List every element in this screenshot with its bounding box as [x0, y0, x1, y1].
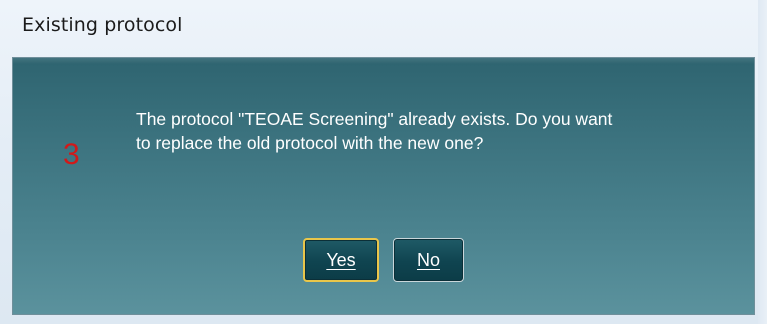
window-title: Existing protocol — [22, 14, 183, 36]
dialog-content: 3 The protocol "TEOAE Screening" already… — [12, 57, 755, 315]
dialog-window: Existing protocol 3 The protocol "TEOAE … — [0, 0, 767, 324]
window-frame-right — [758, 0, 767, 324]
title-bar[interactable]: Existing protocol — [0, 0, 767, 56]
step-number-annotation: 3 — [63, 138, 80, 171]
no-button[interactable]: No — [393, 238, 464, 282]
yes-button[interactable]: Yes — [303, 238, 379, 282]
confirmation-message: The protocol "TEOAE Screening" already e… — [136, 109, 613, 153]
